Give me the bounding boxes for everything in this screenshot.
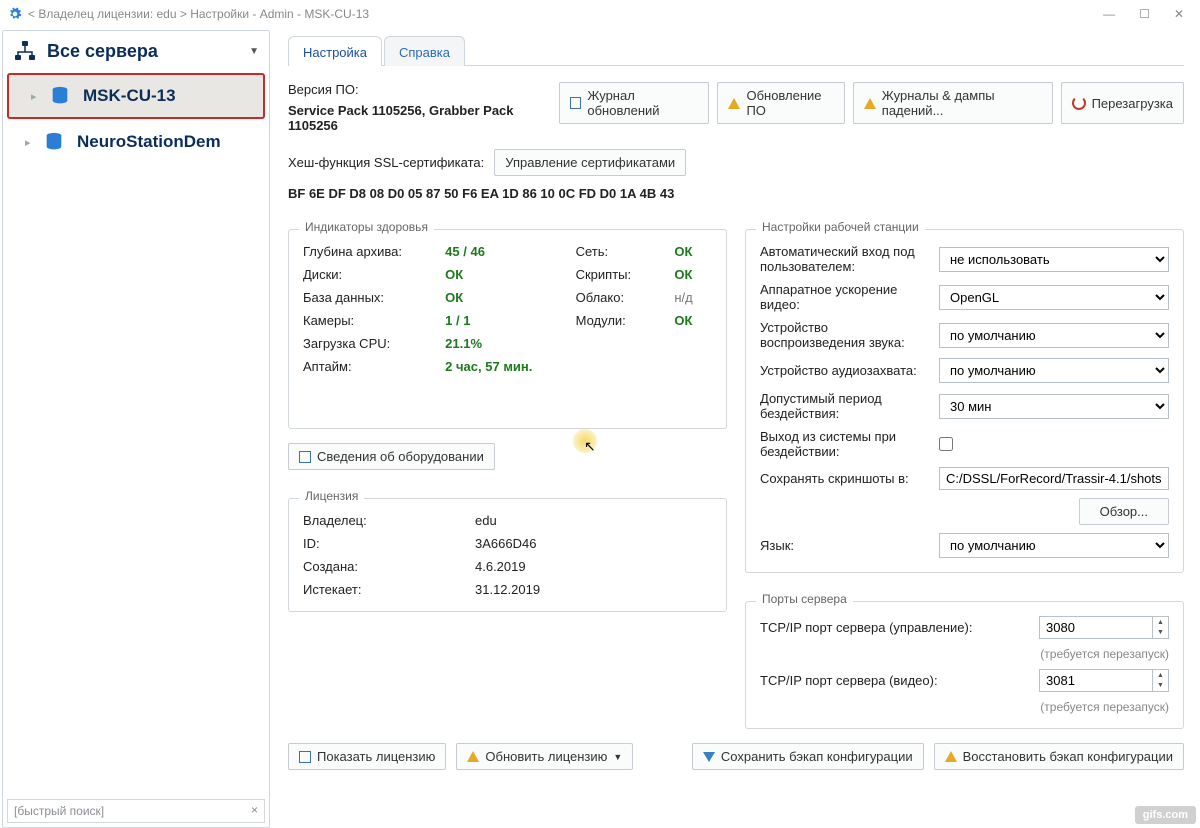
database-icon — [47, 85, 73, 107]
network-icon — [13, 39, 37, 63]
save-backup-button[interactable]: Сохранить бэкап конфигурации — [692, 743, 924, 770]
refresh-icon — [1072, 96, 1086, 110]
tab-help[interactable]: Справка — [384, 36, 465, 66]
health-legend: Индикаторы здоровья — [299, 220, 434, 234]
breadcrumb: < Владелец лицензии: edu > Настройки - A… — [28, 7, 369, 21]
license-fieldset: Лицензия Владелец:edu ID:3A666D46 Создан… — [288, 498, 727, 612]
database-icon — [41, 131, 67, 153]
reboot-button[interactable]: Перезагрузка — [1061, 82, 1184, 124]
show-license-button[interactable]: Показать лицензию — [288, 743, 446, 770]
square-icon — [299, 751, 311, 763]
audio-in-select[interactable]: по умолчанию — [939, 358, 1169, 383]
idle-select[interactable]: 30 мин — [939, 394, 1169, 419]
video-port-input[interactable]: ▲▼ — [1039, 669, 1169, 692]
logs-button[interactable]: Журналы & дампы падений... — [853, 82, 1053, 124]
version-label: Версия ПО: — [288, 82, 549, 97]
clear-icon[interactable]: × — [251, 803, 258, 817]
sidebar: Все сервера ▼ ▸ MSK-CU-13 ▸ NeuroStation… — [2, 30, 270, 828]
auto-login-select[interactable]: не использовать — [939, 247, 1169, 272]
titlebar: < Владелец лицензии: edu > Настройки - A… — [0, 0, 1200, 28]
version-value: Service Pack 1105256, Grabber Pack 11052… — [288, 103, 549, 133]
chevron-right-icon: ▸ — [25, 136, 35, 149]
warning-icon — [728, 98, 740, 109]
ports-legend: Порты сервера — [756, 592, 853, 606]
maximize-button[interactable]: ☐ — [1139, 7, 1150, 21]
audio-out-select[interactable]: по умолчанию — [939, 323, 1169, 348]
server-item-neuro[interactable]: ▸ NeuroStationDem — [3, 121, 269, 163]
ports-fieldset: Порты сервера TCP/IP порт сервера (управ… — [745, 601, 1184, 729]
lang-select[interactable]: по умолчанию — [939, 533, 1169, 558]
quick-search-input[interactable]: [быстрый поиск] × — [7, 799, 265, 823]
content: Настройка Справка Версия ПО: Service Pac… — [272, 28, 1200, 828]
ws-legend: Настройки рабочей станции — [756, 220, 925, 234]
ssl-label: Хеш-функция SSL-cертификата: — [288, 155, 484, 170]
journal-icon — [570, 97, 581, 109]
watermark: gifs.com — [1135, 806, 1196, 824]
server-name: MSK-CU-13 — [83, 86, 176, 106]
hw-info-button[interactable]: Сведения об оборудовании — [288, 443, 495, 470]
warning-icon — [945, 751, 957, 762]
minimize-button[interactable]: — — [1103, 7, 1115, 21]
square-icon — [299, 451, 311, 463]
update-button[interactable]: Обновление ПО — [717, 82, 844, 124]
spin-down-icon[interactable]: ▼ — [1153, 628, 1168, 639]
server-name: NeuroStationDem — [77, 132, 221, 152]
tabs: Настройка Справка — [288, 36, 1184, 66]
health-fieldset: Индикаторы здоровья Глубина архива:45 / … — [288, 229, 727, 429]
spin-up-icon[interactable]: ▲ — [1153, 617, 1168, 628]
tab-settings[interactable]: Настройка — [288, 36, 382, 66]
chevron-down-icon: ▼ — [249, 46, 259, 57]
logout-idle-checkbox[interactable] — [939, 437, 953, 451]
journal-button[interactable]: Журнал обновлений — [559, 82, 709, 124]
warning-icon — [864, 98, 876, 109]
restore-backup-button[interactable]: Восстановить бэкап конфигурации — [934, 743, 1184, 770]
close-button[interactable]: ✕ — [1174, 7, 1184, 21]
spin-down-icon[interactable]: ▼ — [1153, 681, 1168, 692]
sidebar-heading-label: Все сервера — [47, 41, 158, 62]
manage-certs-button[interactable]: Управление сертификатами — [494, 149, 686, 176]
spin-up-icon[interactable]: ▲ — [1153, 670, 1168, 681]
chevron-right-icon: ▸ — [31, 90, 41, 103]
ssl-hash: BF 6E DF D8 08 D0 05 87 50 F6 EA 1D 86 1… — [288, 186, 1184, 201]
mgmt-port-input[interactable]: ▲▼ — [1039, 616, 1169, 639]
license-legend: Лицензия — [299, 489, 364, 503]
sidebar-heading[interactable]: Все сервера ▼ — [3, 31, 269, 71]
warning-icon — [467, 751, 479, 762]
browse-button[interactable]: Обзор... — [1079, 498, 1169, 525]
server-item-msk[interactable]: ▸ MSK-CU-13 — [7, 73, 265, 119]
gear-icon — [8, 7, 22, 21]
hw-accel-select[interactable]: OpenGL — [939, 285, 1169, 310]
update-license-button[interactable]: Обновить лицензию ▼ — [456, 743, 633, 770]
chevron-down-icon: ▼ — [613, 752, 622, 762]
shots-path-input[interactable] — [939, 467, 1169, 490]
workstation-fieldset: Настройки рабочей станции Автоматический… — [745, 229, 1184, 573]
download-icon — [703, 752, 715, 762]
quick-search-placeholder: [быстрый поиск] — [14, 804, 104, 818]
